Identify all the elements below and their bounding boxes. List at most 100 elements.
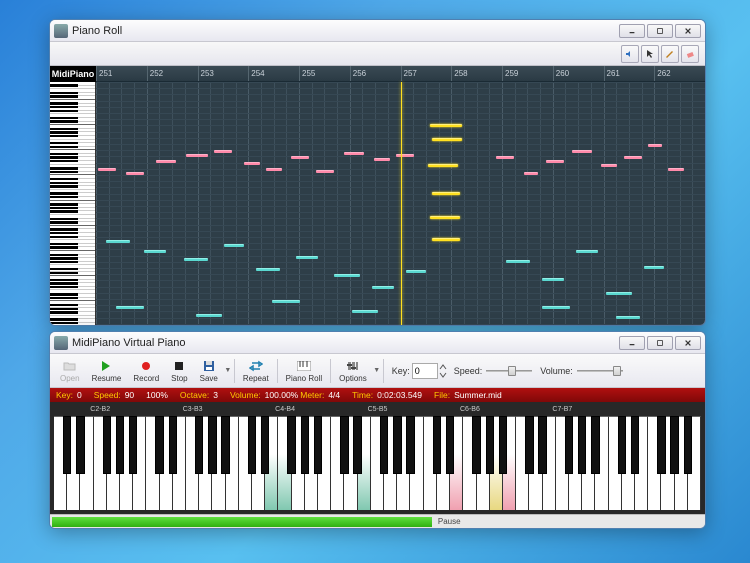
midi-note[interactable] [576, 250, 598, 253]
speed-slider[interactable] [486, 363, 532, 379]
key-input[interactable] [412, 363, 438, 379]
black-key[interactable] [618, 416, 626, 474]
stop-button[interactable]: Stop [165, 356, 193, 386]
save-button[interactable]: Save [194, 356, 224, 386]
midi-note[interactable] [606, 292, 632, 295]
key-spinner-icon[interactable] [438, 363, 448, 379]
midi-note[interactable] [668, 168, 684, 171]
minimize-button[interactable] [619, 24, 645, 38]
black-key[interactable] [301, 416, 309, 474]
volume-slider[interactable] [577, 363, 623, 379]
midi-note[interactable] [616, 316, 640, 319]
black-key[interactable] [472, 416, 480, 474]
midi-note[interactable] [116, 306, 144, 309]
close-button[interactable] [675, 24, 701, 38]
black-key[interactable] [314, 416, 322, 474]
midi-note[interactable] [374, 158, 390, 161]
black-key[interactable] [353, 416, 361, 474]
midi-note[interactable] [256, 268, 280, 271]
midi-note[interactable] [344, 152, 364, 155]
black-key[interactable] [499, 416, 507, 474]
playback-bar[interactable]: Pause [50, 514, 705, 528]
titlebar[interactable]: Piano Roll [50, 20, 705, 42]
midi-note[interactable] [506, 260, 530, 263]
midi-note[interactable] [624, 156, 642, 159]
midi-note[interactable] [184, 258, 208, 261]
options-button[interactable]: Options [333, 356, 373, 386]
midi-note[interactable] [542, 278, 564, 281]
midi-note[interactable] [126, 172, 144, 175]
black-key[interactable] [684, 416, 692, 474]
midi-note[interactable] [316, 170, 334, 173]
midi-note[interactable] [186, 154, 208, 157]
piano-roll-grid-area[interactable] [96, 82, 705, 326]
midi-note[interactable] [334, 274, 360, 277]
midi-note[interactable] [430, 216, 460, 219]
black-key[interactable] [287, 416, 295, 474]
midi-note[interactable] [144, 250, 166, 253]
resume-button[interactable]: Resume [86, 356, 128, 386]
midi-note[interactable] [542, 306, 570, 309]
black-key[interactable] [340, 416, 348, 474]
repeat-button[interactable]: Repeat [237, 356, 275, 386]
piano-roll-ruler[interactable]: 251252253254255256257258259260261262 [96, 66, 705, 82]
black-key[interactable] [631, 416, 639, 474]
piano-roll-button[interactable]: Piano Roll [280, 356, 328, 386]
black-key[interactable] [525, 416, 533, 474]
black-key[interactable] [221, 416, 229, 474]
piano-roll-keys[interactable] [50, 82, 96, 326]
black-key[interactable] [591, 416, 599, 474]
close-button[interactable] [675, 336, 701, 350]
black-key[interactable] [446, 416, 454, 474]
draw-tool-icon[interactable] [661, 45, 679, 63]
black-key[interactable] [261, 416, 269, 474]
midi-note[interactable] [428, 164, 458, 167]
midi-note[interactable] [214, 150, 232, 153]
select-tool-icon[interactable] [641, 45, 659, 63]
midi-note[interactable] [372, 286, 394, 289]
midi-note[interactable] [272, 300, 300, 303]
midi-note[interactable] [430, 124, 462, 127]
maximize-button[interactable] [647, 24, 673, 38]
erase-tool-icon[interactable] [681, 45, 699, 63]
midi-note[interactable] [352, 310, 378, 313]
midi-note[interactable] [406, 270, 426, 273]
black-key[interactable] [433, 416, 441, 474]
piano-keyboard[interactable] [54, 416, 701, 510]
sound-tool-icon[interactable] [621, 45, 639, 63]
black-key[interactable] [538, 416, 546, 474]
midi-note[interactable] [496, 156, 514, 159]
black-key[interactable] [155, 416, 163, 474]
midi-note[interactable] [644, 266, 664, 269]
midi-note[interactable] [106, 240, 130, 243]
black-key[interactable] [63, 416, 71, 474]
save-dropdown-icon[interactable]: ▼ [224, 367, 232, 374]
black-key[interactable] [103, 416, 111, 474]
open-button[interactable]: Open [54, 356, 86, 386]
maximize-button[interactable] [647, 336, 673, 350]
midi-note[interactable] [524, 172, 538, 175]
piano-roll-grid[interactable]: 251252253254255256257258259260261262 [96, 66, 705, 326]
midi-note[interactable] [244, 162, 260, 165]
black-key[interactable] [406, 416, 414, 474]
black-key[interactable] [248, 416, 256, 474]
titlebar[interactable]: MidiPiano Virtual Piano [50, 332, 705, 354]
midi-note[interactable] [291, 156, 309, 159]
midi-note[interactable] [546, 160, 564, 163]
midi-note[interactable] [601, 164, 617, 167]
black-key[interactable] [486, 416, 494, 474]
black-key[interactable] [116, 416, 124, 474]
midi-note[interactable] [98, 168, 116, 171]
black-key[interactable] [195, 416, 203, 474]
playhead[interactable] [401, 82, 402, 326]
black-key[interactable] [657, 416, 665, 474]
black-key[interactable] [578, 416, 586, 474]
black-key[interactable] [670, 416, 678, 474]
midi-note[interactable] [432, 138, 462, 141]
midi-note[interactable] [224, 244, 244, 247]
midi-note[interactable] [432, 192, 460, 195]
midi-note[interactable] [296, 256, 318, 259]
black-key[interactable] [380, 416, 388, 474]
midi-note[interactable] [156, 160, 176, 163]
minimize-button[interactable] [619, 336, 645, 350]
